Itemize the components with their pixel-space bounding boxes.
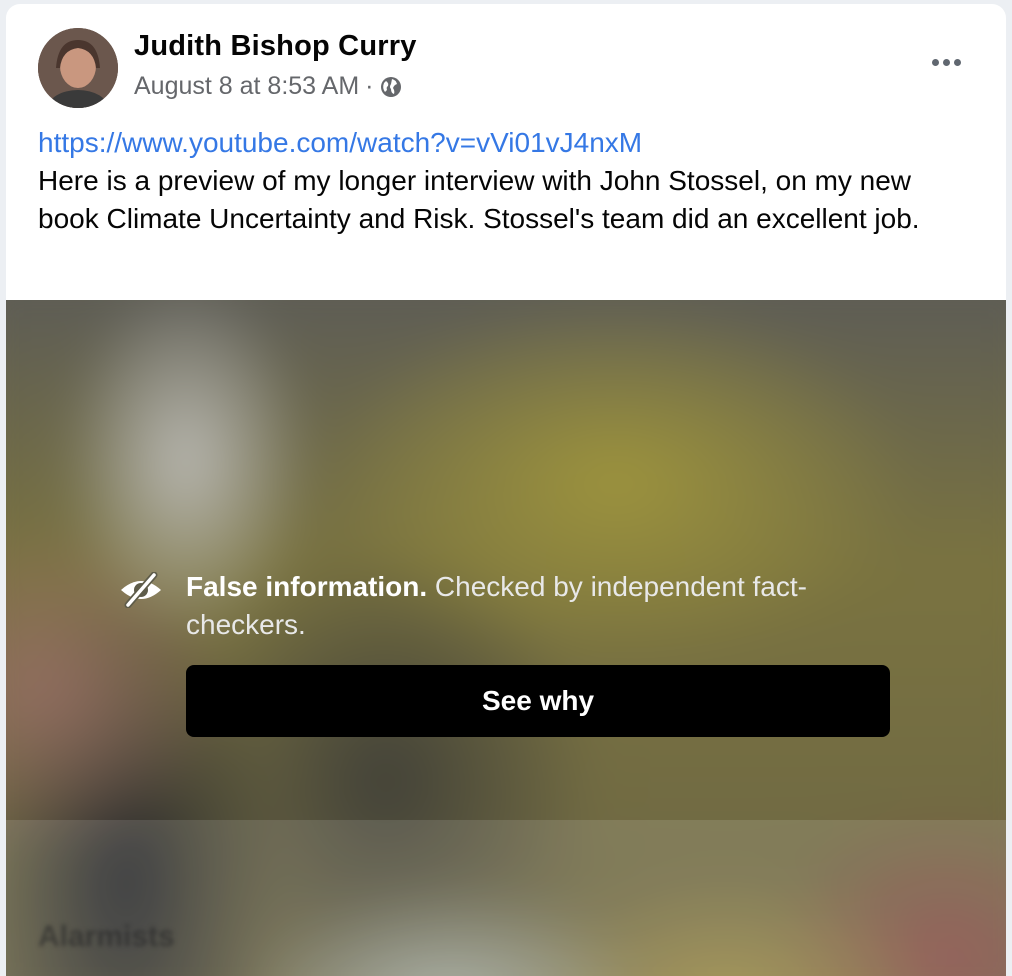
avatar[interactable] — [38, 28, 118, 108]
fact-check-label: False information. Checked by independen… — [186, 568, 898, 644]
post-header: Judith Bishop Curry August 8 at 8:53 AM … — [6, 4, 1006, 124]
meta-separator: · — [365, 72, 374, 100]
blurred-preview-title: Alarmists — [38, 920, 175, 953]
see-why-button[interactable]: See why — [186, 665, 890, 737]
media-preview[interactable]: Alarmists False information. Checked by … — [6, 300, 1006, 976]
author-name[interactable]: Judith Bishop Curry — [134, 30, 417, 63]
post-text: https://www.youtube.com/watch?v=vVi01vJ4… — [38, 124, 968, 238]
more-horizontal-icon — [931, 58, 939, 66]
eye-slash-icon — [118, 571, 164, 609]
post-link[interactable]: https://www.youtube.com/watch?v=vVi01vJ4… — [38, 124, 968, 162]
post-card: Judith Bishop Curry August 8 at 8:53 AM … — [6, 4, 1006, 976]
more-options-button[interactable] — [924, 50, 968, 74]
post-body: Here is a preview of my longer interview… — [38, 165, 920, 234]
post-meta: August 8 at 8:53 AM · — [134, 72, 403, 101]
timestamp[interactable]: August 8 at 8:53 AM — [134, 72, 359, 101]
fact-check-bold: False information. — [186, 571, 428, 602]
globe-icon — [379, 75, 403, 99]
